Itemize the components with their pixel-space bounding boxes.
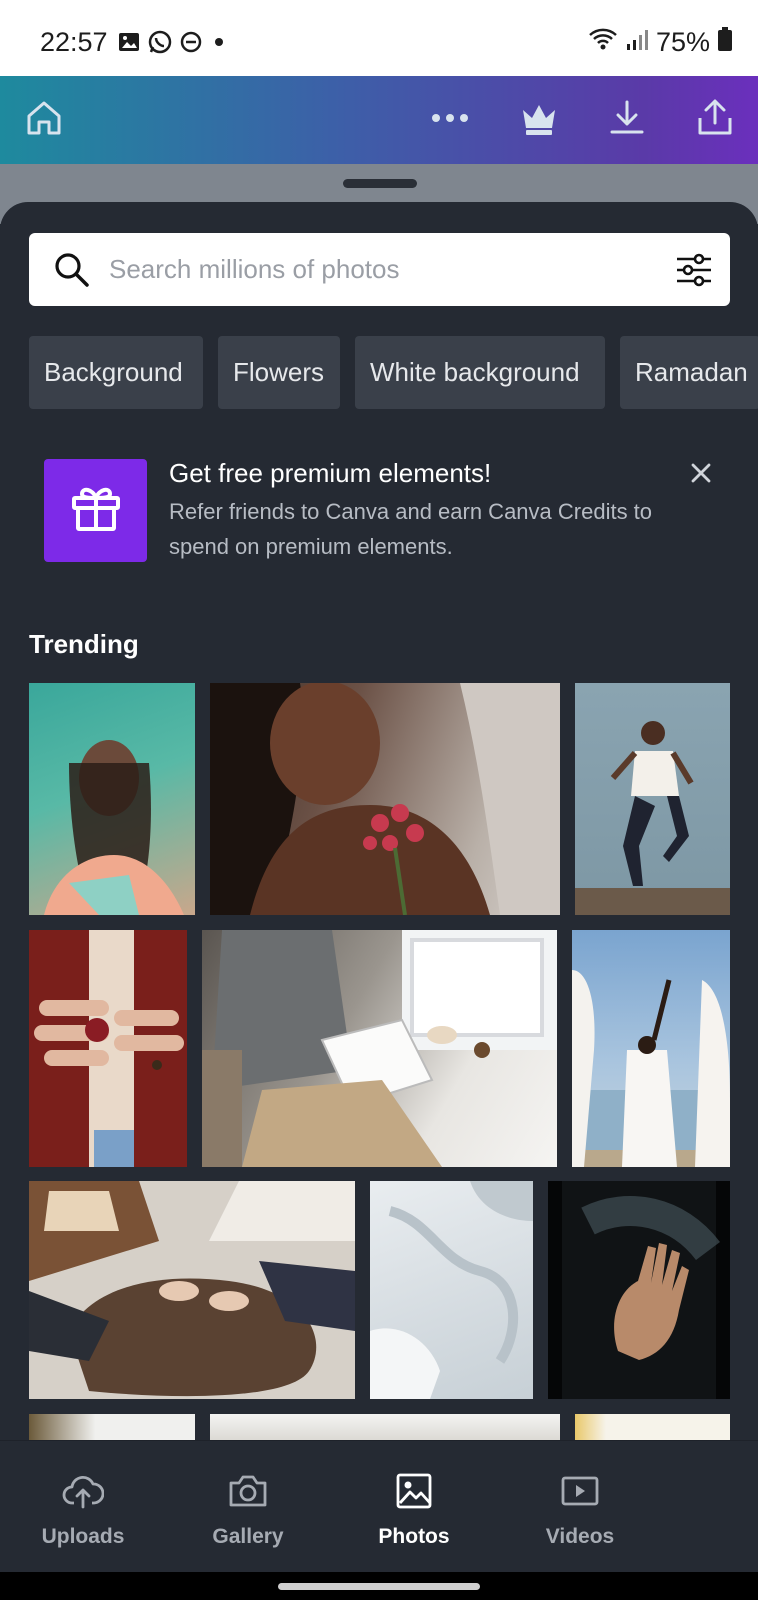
share-button[interactable]	[693, 98, 737, 142]
promo-gift-tile[interactable]	[44, 459, 147, 562]
system-nav-bar	[0, 1572, 758, 1600]
nav-videos[interactable]: Videos	[505, 1441, 655, 1573]
search-bar	[29, 233, 730, 306]
download-button[interactable]	[605, 98, 649, 142]
battery-text: 75%	[655, 27, 710, 57]
photo-thumbnail[interactable]	[202, 930, 557, 1167]
share-icon	[695, 98, 735, 143]
chip-label: Background	[44, 357, 183, 387]
promo-title: Get free premium elements!	[169, 458, 492, 488]
chip-label: White background	[370, 357, 580, 387]
cloud-upload-icon	[62, 1471, 104, 1511]
image-icon	[118, 31, 140, 58]
editor-toolbar	[0, 76, 758, 164]
status-time: 22:57	[40, 27, 108, 57]
photo-thumbnail[interactable]	[29, 1181, 355, 1399]
promo-close-button[interactable]	[686, 460, 716, 490]
nav-gallery[interactable]: Gallery	[173, 1441, 323, 1573]
photo-thumbnail[interactable]	[29, 930, 187, 1167]
more-icon	[430, 111, 470, 129]
wifi-icon	[588, 27, 618, 58]
nav-label: Uploads	[41, 1525, 125, 1548]
search-input[interactable]	[109, 233, 649, 306]
nav-label: Videos	[545, 1525, 615, 1548]
dot-icon	[210, 33, 228, 56]
download-icon	[607, 98, 647, 143]
photo-thumbnail[interactable]	[370, 1181, 533, 1399]
crown-icon	[519, 100, 559, 141]
chip-ramadan[interactable]: Ramadan	[620, 336, 758, 409]
nav-photos[interactable]: Photos	[339, 1441, 489, 1573]
whatsapp-icon	[148, 30, 172, 59]
chip-background[interactable]: Background	[29, 336, 203, 409]
more-button[interactable]	[428, 98, 472, 142]
gift-icon	[71, 484, 121, 537]
nav-label: Gallery	[212, 1525, 284, 1548]
photo-thumbnail[interactable]	[575, 683, 730, 915]
status-bar: 22:57 75%	[0, 0, 758, 76]
section-title: Trending	[29, 629, 139, 659]
bottom-nav: Uploads Gallery Photos Videos	[0, 1440, 758, 1572]
signal-icon	[626, 27, 648, 58]
photo-thumbnail[interactable]	[210, 683, 560, 915]
nav-label: Photos	[378, 1525, 450, 1548]
chip-white-background[interactable]: White background	[355, 336, 605, 409]
premium-button[interactable]	[517, 98, 561, 142]
nav-uploads[interactable]: Uploads	[8, 1441, 158, 1573]
filter-icon[interactable]	[674, 250, 714, 295]
home-button[interactable]	[22, 98, 66, 142]
close-icon	[691, 463, 711, 488]
battery-icon	[718, 27, 732, 58]
drag-handle[interactable]	[343, 179, 417, 188]
dnd-icon	[180, 31, 202, 58]
photo-thumbnail[interactable]	[572, 930, 730, 1167]
promo-text: Refer friends to Canva and earn Canva Cr…	[169, 499, 653, 559]
chip-label: Ramadan	[635, 357, 748, 387]
home-gesture-bar[interactable]	[278, 1583, 480, 1590]
photos-panel: Background Flowers White background Rama…	[0, 202, 758, 1572]
photo-thumbnail[interactable]	[29, 683, 195, 915]
chip-flowers[interactable]: Flowers	[218, 336, 340, 409]
search-icon	[53, 251, 91, 294]
camera-icon	[228, 1471, 268, 1511]
image-icon	[396, 1471, 432, 1511]
chip-label: Flowers	[233, 357, 325, 387]
photo-thumbnail[interactable]	[548, 1181, 730, 1399]
home-icon	[24, 98, 64, 143]
video-icon	[561, 1471, 599, 1511]
